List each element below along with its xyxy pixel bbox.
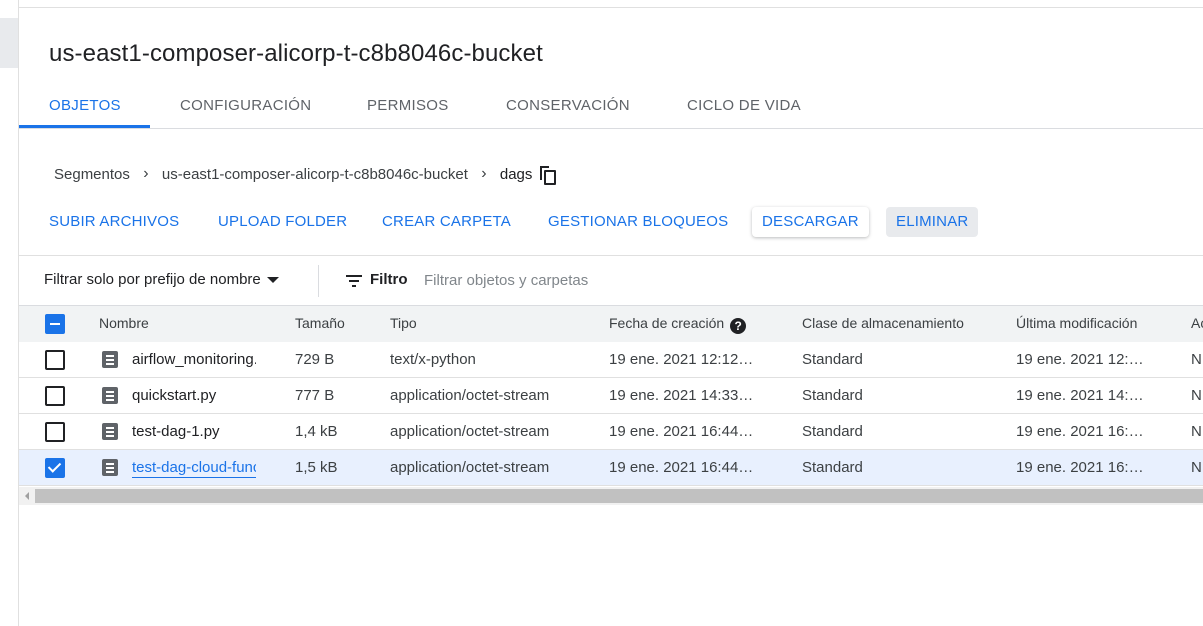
table-row[interactable]: quickstart.py 777 B application/octet-st… <box>19 378 1203 414</box>
cell-modified: 19 ene. 2021 16:… <box>1016 459 1144 476</box>
cell-type: application/octet-stream <box>390 423 550 440</box>
download-button[interactable]: DESCARGAR <box>752 207 869 237</box>
cell-size: 777 B <box>295 387 335 404</box>
column-header-name[interactable]: Nombre <box>99 315 149 331</box>
top-divider <box>19 7 1203 8</box>
row-checkbox[interactable] <box>45 422 65 442</box>
cell-size: 729 B <box>295 351 335 368</box>
file-name-link[interactable]: test-dag-1.py <box>132 423 256 440</box>
filter-bar: Filtrar solo por prefijo de nombre Filtr… <box>19 255 1203 306</box>
cell-storage-class: Standard <box>802 459 863 476</box>
row-checkbox[interactable] <box>45 386 65 406</box>
page-title: us-east1-composer-alicorp-t-c8b8046c-buc… <box>49 40 543 67</box>
cell-created: 19 ene. 2021 16:44… <box>609 459 754 476</box>
breadcrumb-buckets[interactable]: Segmentos <box>54 166 130 183</box>
manage-holds-button[interactable]: GESTIONAR BLOQUEOS <box>548 206 728 238</box>
cell-created: 19 ene. 2021 12:12… <box>609 351 754 368</box>
column-header-storage-class[interactable]: Clase de almacenamiento <box>802 315 964 331</box>
tab-retention[interactable]: CONSERVACIÓN <box>506 86 630 126</box>
breadcrumb-bucket[interactable]: us-east1-composer-alicorp-t-c8b8046c-buc… <box>162 166 468 183</box>
chevron-right-icon: › <box>481 165 487 182</box>
upload-files-button[interactable]: SUBIR ARCHIVOS <box>49 206 179 238</box>
filter-input[interactable] <box>422 266 726 294</box>
column-header-modified[interactable]: Última modificación <box>1016 315 1137 331</box>
file-icon <box>102 459 118 476</box>
cell-extra: N <box>1191 459 1202 476</box>
scroll-left-arrow-icon[interactable] <box>25 492 29 500</box>
file-name-link[interactable]: test-dag-cloud-function.py <box>132 459 256 478</box>
cell-extra: N <box>1191 387 1202 404</box>
filter-label: Filtro <box>370 271 408 288</box>
table-row[interactable]: airflow_monitoring.py 729 B text/x-pytho… <box>19 342 1203 378</box>
table-row[interactable]: test-dag-cloud-function.py 1,5 kB applic… <box>19 450 1203 486</box>
cell-storage-class: Standard <box>802 387 863 404</box>
tab-configuration[interactable]: CONFIGURACIÓN <box>180 86 311 126</box>
cell-modified: 19 ene. 2021 12:… <box>1016 351 1144 368</box>
tab-bar: OBJETOS CONFIGURACIÓN PERMISOS CONSERVAC… <box>19 86 1203 129</box>
file-icon <box>102 423 118 440</box>
copy-path-icon[interactable] <box>538 165 557 185</box>
file-name-link[interactable]: quickstart.py <box>132 387 256 404</box>
tab-lifecycle[interactable]: CICLO DE VIDA <box>687 86 801 126</box>
cell-created: 19 ene. 2021 16:44… <box>609 423 754 440</box>
column-header-type[interactable]: Tipo <box>390 315 417 331</box>
table-row[interactable]: test-dag-1.py 1,4 kB application/octet-s… <box>19 414 1203 450</box>
table-header: Nombre Tamaño Tipo Fecha de creación? Cl… <box>19 305 1203 343</box>
column-header-extra[interactable]: Ac <box>1191 315 1203 331</box>
cell-extra: N <box>1191 423 1202 440</box>
breadcrumb-current-folder: dags <box>499 165 533 183</box>
filter-mode-label: Filtrar solo por prefijo de nombre <box>44 271 261 288</box>
file-icon <box>102 387 118 404</box>
breadcrumb: Segmentos › us-east1-composer-alicorp-t-… <box>54 164 557 185</box>
tab-permissions[interactable]: PERMISOS <box>367 86 449 126</box>
left-nav-selected-item[interactable] <box>0 18 18 68</box>
cell-modified: 19 ene. 2021 16:… <box>1016 423 1144 440</box>
cell-modified: 19 ene. 2021 14:… <box>1016 387 1144 404</box>
chevron-right-icon: › <box>143 165 149 182</box>
cell-type: application/octet-stream <box>390 459 550 476</box>
cell-storage-class: Standard <box>802 351 863 368</box>
horizontal-scrollbar[interactable] <box>19 487 1203 505</box>
cell-size: 1,5 kB <box>295 459 338 476</box>
filter-divider <box>318 265 319 297</box>
row-checkbox[interactable] <box>45 350 65 370</box>
help-icon[interactable]: ? <box>730 318 747 334</box>
cell-type: application/octet-stream <box>390 387 550 404</box>
cell-extra: N <box>1191 351 1202 368</box>
column-header-size[interactable]: Tamaño <box>295 315 345 331</box>
row-checkbox[interactable] <box>45 458 65 478</box>
column-header-created[interactable]: Fecha de creación? <box>609 315 747 334</box>
delete-button[interactable]: ELIMINAR <box>886 207 979 237</box>
filter-mode-dropdown[interactable]: Filtrar solo por prefijo de nombre <box>44 271 279 288</box>
file-name-link[interactable]: airflow_monitoring.py <box>132 351 256 368</box>
tab-objects[interactable]: OBJETOS <box>49 86 121 126</box>
cell-storage-class: Standard <box>802 423 863 440</box>
left-nav-rail <box>0 0 19 626</box>
create-folder-button[interactable]: CREAR CARPETA <box>382 206 511 238</box>
upload-folder-button[interactable]: UPLOAD FOLDER <box>218 206 347 238</box>
file-icon <box>102 351 118 368</box>
filter-icon <box>346 274 362 287</box>
cell-size: 1,4 kB <box>295 423 338 440</box>
scrollbar-thumb[interactable] <box>35 489 1203 503</box>
cell-created: 19 ene. 2021 14:33… <box>609 387 754 404</box>
select-all-checkbox[interactable] <box>45 314 65 334</box>
caret-down-icon <box>266 277 279 284</box>
active-tab-indicator <box>19 125 150 128</box>
column-header-created-label: Fecha de creación <box>609 315 725 331</box>
cell-type: text/x-python <box>390 351 476 368</box>
